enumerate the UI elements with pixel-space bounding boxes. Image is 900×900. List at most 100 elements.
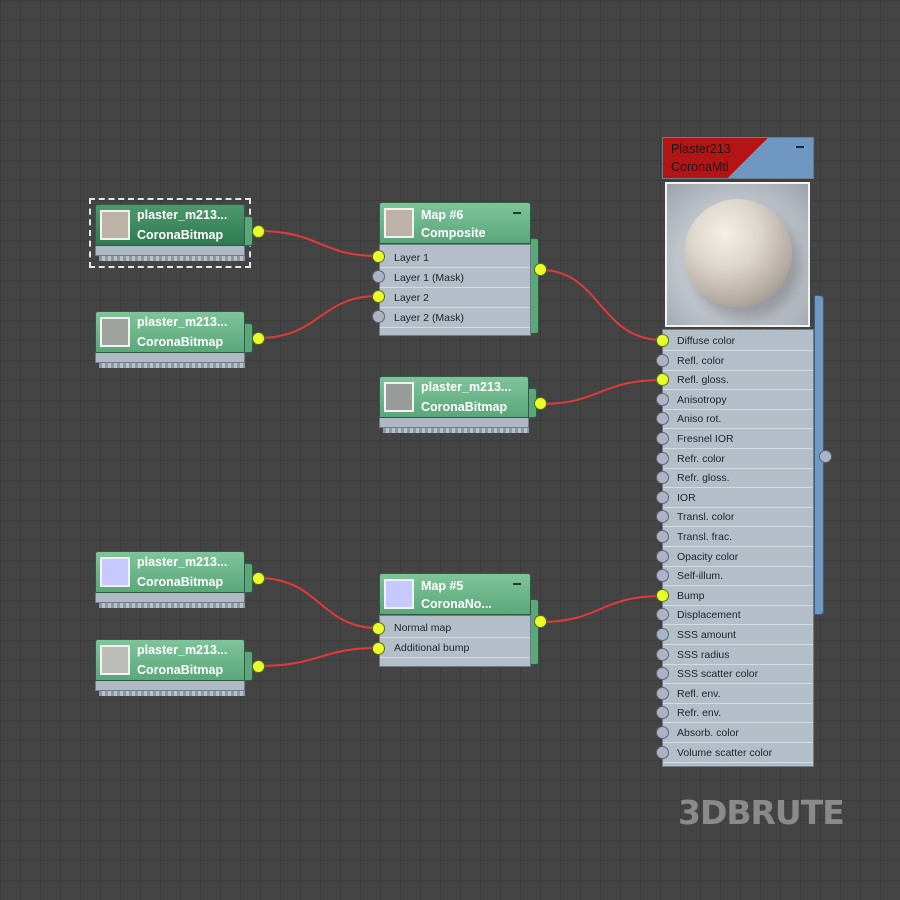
node-footer-strip [99,603,245,608]
input-socket-fresnel-ior[interactable] [656,432,669,445]
input-socket-layer2-mask[interactable] [372,310,385,323]
slot-row[interactable]: Layer 1 (Mask) [380,269,530,288]
output-socket[interactable] [534,263,547,276]
material-slot-row[interactable]: Aniso rot. [663,410,813,430]
input-socket-additional-bump[interactable] [372,642,385,655]
preview-sphere [684,199,792,307]
normal-map-node[interactable]: Map #5 CoronaNo... Normal map Additional… [372,573,547,671]
material-slot-row[interactable]: Diffuse color [663,332,813,351]
input-socket-sss-amount[interactable] [656,628,669,641]
output-socket[interactable] [252,332,265,345]
slot-label: Refl. color [677,354,725,367]
slot-label: Refl. gloss. [677,374,729,387]
material-slot-row[interactable]: Refl. color [663,352,813,371]
output-socket[interactable] [252,225,265,238]
node-footer [95,593,245,603]
input-socket-absorb-color[interactable] [656,726,669,739]
slot-label: Layer 2 (Mask) [394,312,465,324]
input-socket-layer1[interactable] [372,250,385,263]
texture-thumbnail [100,557,130,587]
material-slot-row[interactable]: Volume scatter color [663,744,813,763]
node-footer [95,353,245,363]
minimize-icon[interactable] [796,146,804,148]
input-socket-refr-color[interactable] [656,451,669,465]
material-slot-row[interactable]: SSS scatter color [663,665,813,685]
input-socket-refl-color[interactable] [656,353,669,367]
slot-label: Layer 1 [394,252,430,264]
material-slot-row[interactable]: Refr. gloss. [663,469,813,489]
wire-bitmap1-to-layer1 [257,230,379,257]
material-slot-row[interactable]: Absorb. color [663,724,813,743]
slot-label: Transl. color [677,511,735,524]
material-slot-row[interactable]: Bump [663,587,813,606]
input-socket-normal-map[interactable] [372,622,385,635]
node-title: plaster_m213... [137,208,228,222]
slot-list: Normal map Additional bump [379,615,531,667]
slot-label: Refr. gloss. [677,472,730,485]
output-socket[interactable] [534,397,547,410]
slot-label: Layer 2 [394,292,430,304]
input-socket-layer1-mask[interactable] [372,270,385,283]
material-slot-row[interactable]: Refl. gloss. [663,371,813,391]
slot-row[interactable]: Additional bump [380,639,530,658]
material-node[interactable]: Plaster213 CoronaMtl Diffuse color Refl.… [662,137,832,775]
input-socket-anisotropy[interactable] [656,392,669,406]
slot-row[interactable]: Layer 2 [380,289,530,308]
wire-normal-to-bump [540,595,663,623]
bitmap-node[interactable]: plaster_m213... CoronaBitmap [95,311,265,369]
bitmap-node[interactable]: plaster_m213... CoronaBitmap [95,551,265,609]
material-preview [665,182,810,327]
input-socket-opacity-color[interactable] [656,549,669,563]
texture-thumbnail [384,579,414,609]
bitmap-node[interactable]: plaster_m213... CoronaBitmap [379,376,547,434]
material-slot-row[interactable]: Opacity color [663,548,813,567]
output-socket[interactable] [252,660,265,673]
node-type: CoronaBitmap [421,400,508,414]
node-footer-strip [99,256,245,261]
material-output-socket[interactable] [819,450,832,463]
input-socket-diffuse-color[interactable] [656,334,669,347]
slot-label: Absorb. color [677,727,739,739]
watermark-logo: 3DBRUTE [678,793,845,832]
slot-label: Self-illum. [677,570,724,583]
bitmap-node[interactable]: plaster_m213... CoronaBitmap [95,639,265,697]
minimize-icon[interactable] [513,212,521,214]
composite-map-node[interactable]: Map #6 Composite Layer 1 Layer 1 (Mask) … [372,202,547,340]
input-socket-ior[interactable] [656,490,669,504]
node-footer [95,246,245,256]
output-socket[interactable] [534,615,547,628]
material-slot-row[interactable]: Displacement [663,606,813,626]
node-footer [379,418,529,428]
output-tab [531,238,539,334]
input-socket-refl-env[interactable] [656,686,669,700]
minimize-icon[interactable] [513,583,521,585]
slot-label: Additional bump [394,642,470,654]
slot-label: Displacement [677,609,741,622]
material-slot-row[interactable]: SSS amount [663,626,813,645]
material-slot-row[interactable]: SSS radius [663,646,813,665]
input-socket-transl-frac[interactable] [656,530,669,543]
material-slot-row[interactable]: Refr. color [663,450,813,469]
node-title: plaster_m213... [137,315,228,329]
material-slot-list: Diffuse color Refl. color Refl. gloss. A… [662,329,814,767]
texture-thumbnail [100,210,130,240]
slot-row[interactable]: Layer 1 [380,249,530,268]
material-slot-row[interactable]: Refr. env. [663,704,813,724]
output-socket[interactable] [252,572,265,585]
material-slot-row[interactable]: Transl. frac. [663,528,813,547]
material-slot-row[interactable]: Fresnel IOR [663,430,813,449]
material-type: CoronaMtl [671,160,729,174]
material-slot-row[interactable]: Refl. env. [663,685,813,704]
slot-label: Transl. frac. [677,531,733,543]
material-slot-row[interactable]: IOR [663,489,813,508]
input-socket-layer2[interactable] [372,290,385,303]
input-socket-bump[interactable] [656,588,669,602]
input-socket-sss-radius[interactable] [656,647,669,661]
material-slot-row[interactable]: Self-illum. [663,567,813,587]
material-slot-row[interactable]: Anisotropy [663,391,813,410]
material-slot-row[interactable]: Transl. color [663,508,813,528]
slot-row[interactable]: Normal map [380,619,530,638]
bitmap-node[interactable]: plaster_m213... CoronaBitmap [89,198,265,268]
slot-row[interactable]: Layer 2 (Mask) [380,309,530,328]
input-socket-volume-scatter-color[interactable] [656,745,669,759]
